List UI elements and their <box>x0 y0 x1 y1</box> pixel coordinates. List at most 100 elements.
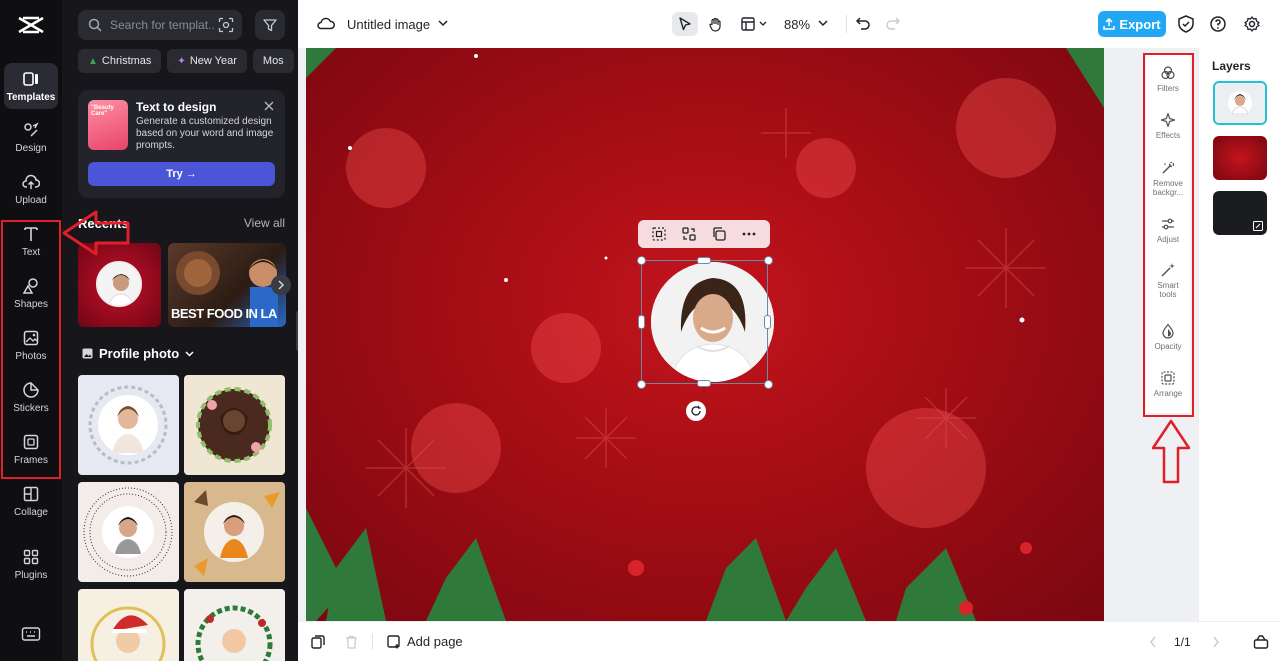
canvas-area[interactable] <box>62 48 1198 621</box>
cloud-sync-icon[interactable] <box>317 16 335 30</box>
profile-template-1[interactable] <box>78 375 179 475</box>
search-input[interactable] <box>110 18 214 32</box>
crop-select-icon[interactable] <box>651 226 667 242</box>
profile-template-2[interactable] <box>184 375 285 475</box>
select-tool-button[interactable] <box>672 12 698 36</box>
resize-handle-top[interactable] <box>697 257 711 264</box>
keyboard-shortcuts-icon[interactable] <box>21 625 41 643</box>
export-button[interactable]: Export <box>1098 11 1166 37</box>
rail-item-upload[interactable]: Upload <box>4 166 58 212</box>
hand-tool-button[interactable] <box>702 12 728 36</box>
profile-photo-dropdown[interactable]: Profile photo <box>82 346 194 361</box>
chevron-down-icon <box>185 350 194 357</box>
close-icon[interactable] <box>263 100 275 112</box>
layer-background[interactable] <box>1213 136 1267 180</box>
layout-icon <box>741 17 755 31</box>
divider <box>372 634 373 650</box>
promo-thumbnail: "Beauty Care" <box>88 100 128 150</box>
profile-template-3[interactable] <box>78 482 179 582</box>
app-root: Templates Design Upload Text Shapes Phot… <box>0 0 1280 661</box>
filter-icon <box>263 19 277 32</box>
layer-portrait[interactable] <box>1213 81 1267 125</box>
chip-christmas[interactable]: ▲ Christmas <box>78 49 162 73</box>
image-icon <box>82 348 93 359</box>
selection-box[interactable] <box>641 260 768 384</box>
view-all-link[interactable]: View all <box>244 216 285 230</box>
annotation-arrow-left <box>62 210 130 256</box>
layout-tool-button[interactable] <box>736 12 772 36</box>
profile-template-4[interactable] <box>184 482 285 582</box>
recent-portrait <box>96 261 142 307</box>
try-button[interactable]: Try → <box>88 162 275 186</box>
layer-base[interactable] <box>1213 191 1267 235</box>
next-page-icon[interactable] <box>1212 636 1220 648</box>
templates-icon <box>23 71 38 86</box>
filter-button[interactable] <box>255 10 285 40</box>
hand-icon <box>708 17 721 32</box>
party-popper-icon: ✦ <box>177 55 186 67</box>
annotation-arrow-up <box>1151 419 1191 484</box>
resize-handle-bottom-left[interactable] <box>637 380 646 389</box>
layers-title: Layers <box>1212 59 1251 73</box>
rail-item-collage[interactable]: Collage <box>4 478 58 524</box>
resize-handle-bottom-right[interactable] <box>764 380 773 389</box>
capcut-logo[interactable] <box>17 14 45 36</box>
page-manager-icon[interactable] <box>1253 634 1269 650</box>
duplicate-icon[interactable] <box>711 226 727 242</box>
help-icon[interactable] <box>1210 16 1226 32</box>
chevron-down-icon[interactable] <box>818 20 828 27</box>
selection-toolbar <box>638 220 770 248</box>
annotation-frame-rail <box>1 220 61 479</box>
resize-handle-top-left[interactable] <box>637 256 646 265</box>
chip-more[interactable]: Mos <box>252 49 294 73</box>
christmas-tree-icon: ▲ <box>88 55 98 67</box>
export-upload-icon <box>1103 18 1116 30</box>
bottom-bar: Add page 1/1 <box>298 621 1280 661</box>
rail-item-design[interactable]: Design <box>4 114 58 160</box>
divider <box>846 15 847 33</box>
profile-template-6[interactable] <box>184 589 285 661</box>
resize-handle-top-right[interactable] <box>764 256 773 265</box>
resize-corner-icon <box>1253 221 1263 231</box>
design-icon <box>24 121 39 137</box>
rail-item-plugins[interactable]: Plugins <box>4 541 58 587</box>
settings-gear-icon[interactable] <box>1244 16 1260 32</box>
prev-page-icon[interactable] <box>1149 636 1157 648</box>
add-page-icon <box>387 634 400 648</box>
text-to-design-card: "Beauty Care" Text to design Generate a … <box>78 90 285 198</box>
document-title[interactable]: Untitled image <box>347 17 430 32</box>
page-thumbnails-icon[interactable] <box>311 635 325 649</box>
more-options-icon[interactable] <box>741 226 757 242</box>
resize-handle-left[interactable] <box>638 315 645 329</box>
page-indicator: 1/1 <box>1174 635 1191 649</box>
profile-template-5[interactable] <box>78 589 179 661</box>
shield-icon[interactable] <box>1178 15 1194 33</box>
replace-icon[interactable] <box>681 226 697 242</box>
recents-next-button[interactable] <box>271 275 291 295</box>
top-bar: Untitled image 88% Export <box>298 0 1280 48</box>
search-icon <box>88 18 102 32</box>
redo-icon[interactable] <box>886 17 900 30</box>
annotation-frame-tools <box>1143 53 1194 417</box>
zoom-level[interactable]: 88% <box>784 17 810 32</box>
rotate-handle[interactable] <box>686 401 706 421</box>
undo-icon[interactable] <box>856 17 870 30</box>
resize-handle-right[interactable] <box>764 315 771 329</box>
chevron-right-icon <box>278 280 285 290</box>
promo-title: Text to design <box>136 100 217 114</box>
trash-icon[interactable] <box>345 635 358 649</box>
plugins-grid-icon <box>23 549 39 564</box>
chip-new-year[interactable]: ✦ New Year <box>167 49 247 73</box>
recent-text: BEST FOOD IN LA <box>171 306 277 321</box>
templates-panel: ▲Christmas ✦New Year Mos "Beauty Care" T… <box>62 0 298 661</box>
add-page-button[interactable]: Add page <box>387 634 463 649</box>
rail-item-templates[interactable]: Templates <box>4 63 58 109</box>
chevron-down-icon[interactable] <box>438 20 448 27</box>
promo-description: Generate a customized design based on yo… <box>136 116 274 151</box>
image-search-icon[interactable] <box>218 17 234 33</box>
recent-item-best-food[interactable]: BEST FOOD IN LA <box>168 243 286 327</box>
resize-handle-bottom[interactable] <box>697 380 711 387</box>
template-search[interactable] <box>78 10 242 40</box>
rotate-icon <box>691 405 701 416</box>
collage-icon <box>23 486 39 501</box>
